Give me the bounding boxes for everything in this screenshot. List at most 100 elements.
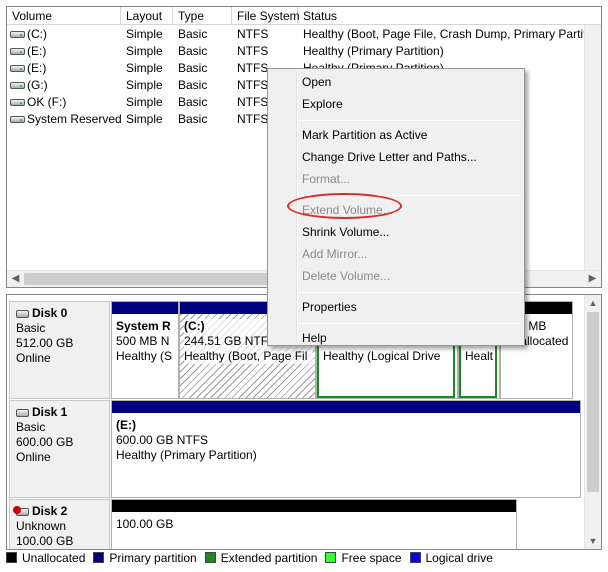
volume-status: Healthy (Boot, Page File, Crash Dump, Pr…: [303, 27, 588, 41]
partition-size: 500 MB N: [116, 334, 170, 348]
volume-row[interactable]: (C:) Simple Basic NTFS Healthy (Boot, Page F…: [7, 26, 601, 43]
legend-swatch: [93, 552, 105, 563]
disk-title: Disk 2: [13, 504, 109, 519]
partition[interactable]: 100.00 GB: [111, 499, 517, 549]
volume-name: (E:): [27, 44, 47, 58]
legend-swatch: [6, 552, 17, 563]
volume-name: System Reserved: [27, 112, 122, 126]
partition-bar: [112, 500, 516, 512]
column-status[interactable]: Status: [298, 7, 601, 25]
column-type[interactable]: Type: [173, 7, 232, 25]
volume-row[interactable]: (E:) Simple Basic NTFS Healthy (Primary Part…: [7, 43, 601, 60]
menu-item-mark-partition-as-active[interactable]: Mark Partition as Active: [302, 125, 427, 145]
legend-label: Logical drive: [425, 551, 493, 565]
disk-info[interactable]: Disk 2 Unknown 100.00 GB: [9, 499, 110, 549]
highlight-annotation: [287, 193, 402, 219]
column-layout[interactable]: Layout: [121, 7, 173, 25]
volume-file-system: NTFS: [237, 78, 269, 92]
disk-partitions: 100.00 GB: [111, 499, 581, 549]
volume-name: (G:): [27, 78, 48, 92]
disk-type: Unknown: [16, 519, 67, 533]
menu-item-shrink-volume[interactable]: Shrink Volume...: [302, 222, 389, 242]
drive-icon: [10, 48, 25, 55]
menu-item-format: Format...: [302, 172, 351, 186]
drive-icon: [10, 31, 25, 38]
disk-title: Disk 1: [16, 405, 109, 420]
unknown-disk-icon: [13, 506, 29, 516]
volume-type: Basic: [178, 112, 208, 126]
partition-details: System R 500 MB N Healthy (S: [116, 319, 176, 364]
disk-info[interactable]: Disk 1 Basic 600.00 GB Online: [9, 400, 110, 498]
scroll-right-icon[interactable]: ▶: [584, 271, 601, 287]
legend-item: Logical drive: [409, 550, 493, 566]
scrollbar-thumb[interactable]: [24, 273, 277, 285]
disk-size: 600.00 GB: [16, 435, 74, 449]
partition-size: 100.00 GB: [116, 517, 174, 531]
legend-swatch: [204, 552, 216, 563]
volume-name: (E:): [27, 61, 47, 75]
volume-name: OK (F:): [27, 95, 67, 109]
partition-details: (E:) 600.00 GB NTFS Healthy (Primary Parti…: [116, 418, 578, 463]
disk-status: Online: [16, 351, 51, 365]
disk-partitions: (E:) 600.00 GB NTFS Healthy (Primary Parti…: [111, 400, 581, 498]
volume-layout: Simple: [126, 112, 163, 126]
disk-name: Disk 2: [32, 504, 68, 518]
partition-name: System R: [116, 319, 171, 333]
menu-item-help[interactable]: Help: [302, 328, 327, 348]
disk-name: Disk 0: [32, 306, 68, 320]
disk-name: Disk 1: [32, 405, 68, 419]
menu-item-open[interactable]: Open: [302, 72, 331, 92]
volume-file-system: NTFS: [237, 112, 269, 126]
disk-info[interactable]: Disk 0 Basic 512.00 GB Online: [9, 301, 110, 399]
scroll-left-icon[interactable]: ◀: [7, 271, 24, 287]
volume-layout: Simple: [126, 44, 163, 58]
partition-status: Healthy (Primary Partition): [116, 448, 257, 462]
scroll-up-icon[interactable]: ▲: [585, 295, 601, 311]
disk-type: Basic: [16, 321, 46, 335]
legend-item: Extended partition: [204, 550, 318, 566]
menu-item-change-drive-letter-and-paths[interactable]: Change Drive Letter and Paths...: [302, 147, 477, 167]
menu-separator: [298, 323, 521, 324]
partition-size: 600.00 GB NTFS: [116, 433, 209, 447]
partition-status: Healt: [465, 349, 494, 363]
scrollbar-thumb[interactable]: [587, 312, 599, 492]
volume-list-header: Volume Layout Type File System Status: [7, 7, 601, 25]
disk-map-vertical-scrollbar[interactable]: ▲ ▼: [584, 295, 601, 549]
scroll-down-icon[interactable]: ▼: [585, 533, 601, 549]
menu-item-properties[interactable]: Properties: [302, 297, 357, 317]
disk-type: Basic: [16, 420, 46, 434]
legend-label: Free space: [341, 551, 402, 565]
disk-status: Online: [16, 450, 51, 464]
menu-separator: [298, 292, 521, 293]
drive-icon: [10, 116, 25, 123]
legend-swatch: [325, 552, 337, 563]
partition[interactable]: (E:) 600.00 GB NTFS Healthy (Primary Parti…: [111, 400, 581, 498]
drive-icon: [10, 82, 25, 89]
volume-file-system: NTFS: [237, 95, 269, 109]
column-volume[interactable]: Volume: [7, 7, 121, 25]
drive-icon: [10, 65, 25, 72]
drive-icon: [10, 99, 25, 106]
partition[interactable]: System R 500 MB N Healthy (S: [111, 301, 179, 399]
volume-layout: Simple: [126, 95, 163, 109]
menu-separator: [298, 120, 521, 121]
disk-title: Disk 0: [16, 306, 109, 321]
disk-icon: [16, 310, 29, 318]
legend-label: Extended partition: [220, 551, 318, 565]
volume-status: Healthy (Primary Partition): [303, 44, 444, 58]
disk-size: 100.00 GB: [16, 534, 74, 548]
legend-swatch: [409, 552, 421, 563]
partition-status: Healthy (S: [116, 349, 173, 363]
partition-name: (E:): [116, 418, 136, 432]
volume-type: Basic: [178, 78, 208, 92]
volume-name: (C:): [27, 27, 47, 41]
volume-type: Basic: [178, 61, 208, 75]
volume-file-system: NTFS: [237, 44, 269, 58]
disk-icon: [16, 409, 29, 417]
volume-file-system: NTFS: [237, 27, 269, 41]
legend-label: Unallocated: [22, 551, 86, 565]
volume-list-vertical-scrollbar[interactable]: [584, 25, 601, 271]
column-file-system[interactable]: File System: [232, 7, 300, 25]
menu-item-add-mirror: Add Mirror...: [302, 247, 368, 261]
menu-item-explore[interactable]: Explore: [302, 94, 343, 114]
